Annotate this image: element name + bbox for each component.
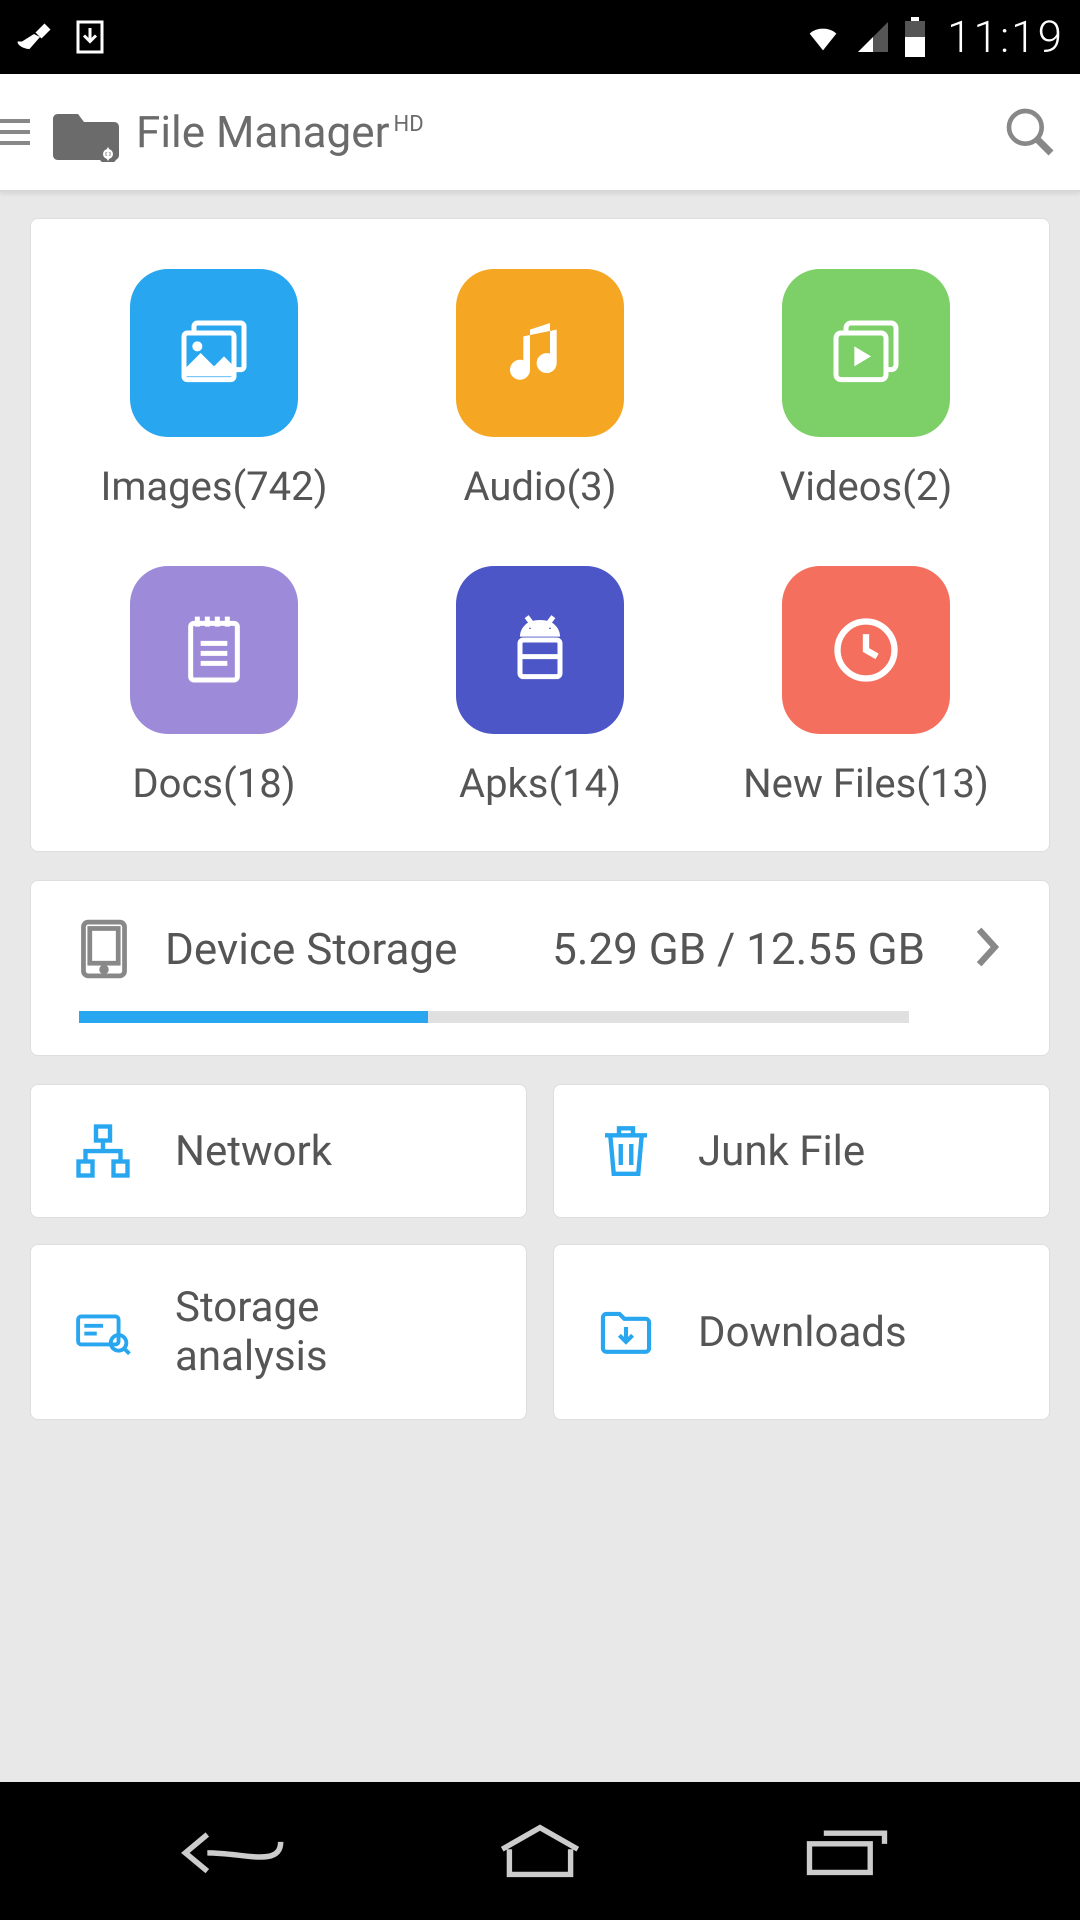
category-label: New Files(13) <box>743 760 989 807</box>
apks-icon <box>456 566 624 734</box>
status-right-icons: 11:19 <box>803 11 1064 63</box>
category-label: Apks(14) <box>459 760 621 807</box>
audio-icon <box>456 269 624 437</box>
category-newfiles[interactable]: New Files(13) <box>703 566 1029 807</box>
content-area: Images(742) Audio(3) V <box>0 192 1080 1782</box>
downloads-icon <box>598 1304 654 1360</box>
broom-icon <box>16 19 52 55</box>
network-icon <box>75 1123 131 1179</box>
category-label: Images(742) <box>100 463 327 510</box>
category-label: Audio(3) <box>463 463 616 510</box>
home-icon <box>495 1823 585 1879</box>
status-time: 11:19 <box>947 11 1064 63</box>
trash-icon <box>598 1123 654 1179</box>
tool-network[interactable]: Network <box>30 1084 527 1218</box>
category-images[interactable]: Images(742) <box>51 269 377 510</box>
navigation-bar <box>0 1782 1080 1920</box>
category-videos[interactable]: Videos(2) <box>703 269 1029 510</box>
tool-label: Network <box>175 1127 332 1176</box>
status-left-icons <box>16 19 108 55</box>
category-label: Docs(18) <box>132 760 295 807</box>
tool-junk-file[interactable]: Junk File <box>553 1084 1050 1218</box>
chevron-right-icon <box>973 925 1001 973</box>
tool-downloads[interactable]: Downloads <box>553 1244 1050 1420</box>
storage-title: Device Storage <box>165 923 457 975</box>
videos-icon <box>782 269 950 437</box>
battery-icon <box>903 17 927 57</box>
tool-storage-analysis[interactable]: Storage analysis <box>30 1244 527 1420</box>
category-apks[interactable]: Apks(14) <box>377 566 703 807</box>
app-logo: File ManagerHD <box>50 102 1000 162</box>
storage-row: Device Storage 5.29 GB / 12.55 GB <box>79 919 1001 979</box>
images-icon <box>130 269 298 437</box>
storage-info: 5.29 GB / 12.55 GB <box>552 923 925 975</box>
device-storage-card[interactable]: Device Storage 5.29 GB / 12.55 GB <box>30 880 1050 1056</box>
status-bar: 11:19 <box>0 0 1080 74</box>
category-audio[interactable]: Audio(3) <box>377 269 703 510</box>
tool-grid: Network Junk File Storage analysis <box>30 1084 1050 1420</box>
categories-grid: Images(742) Audio(3) V <box>51 269 1029 807</box>
categories-card: Images(742) Audio(3) V <box>30 218 1050 852</box>
analysis-icon <box>75 1304 131 1360</box>
download-notification-icon <box>72 19 108 55</box>
device-icon <box>79 919 129 979</box>
tool-label: Downloads <box>698 1308 907 1357</box>
app-header: File ManagerHD <box>0 74 1080 192</box>
app-title: File ManagerHD <box>136 106 424 158</box>
menu-button[interactable] <box>0 74 50 190</box>
category-docs[interactable]: Docs(18) <box>51 566 377 807</box>
storage-progress-bar <box>79 1011 909 1023</box>
signal-icon <box>855 19 891 55</box>
tool-label: Junk File <box>698 1127 865 1176</box>
search-icon <box>1002 104 1058 160</box>
hamburger-icon <box>0 119 30 145</box>
back-button[interactable] <box>178 1816 288 1886</box>
storage-progress-fill <box>79 1011 428 1023</box>
category-label: Videos(2) <box>780 463 953 510</box>
search-button[interactable] <box>1000 102 1060 162</box>
home-button[interactable] <box>485 1816 595 1886</box>
back-icon <box>178 1823 288 1879</box>
clock-icon <box>782 566 950 734</box>
wifi-icon <box>803 17 843 57</box>
app-title-suffix: HD <box>394 112 424 137</box>
docs-icon <box>130 566 298 734</box>
recent-apps-button[interactable] <box>792 1816 902 1886</box>
tool-label: Storage analysis <box>175 1283 482 1381</box>
app-title-text: File Manager <box>136 106 390 158</box>
recent-apps-icon <box>802 1826 892 1876</box>
app-folder-icon <box>50 102 122 162</box>
